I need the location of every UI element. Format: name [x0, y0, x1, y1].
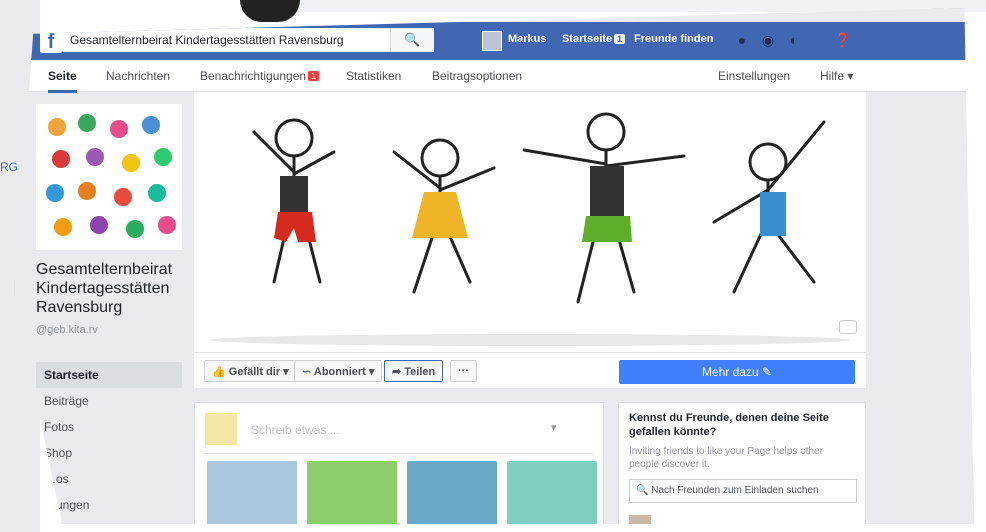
camera-icon[interactable] — [839, 320, 857, 334]
composer-input[interactable]: Schreib etwas ... — [251, 423, 340, 437]
friend-requests-icon[interactable]: ● — [734, 32, 750, 48]
tab-notifications-label: Benachrichtigungen — [200, 69, 307, 83]
sidebar-item-photos[interactable]: Fotos — [36, 414, 182, 440]
page-title: Gesamtelternbeirat Kindertagesstätten Ra… — [36, 261, 173, 316]
home-count-badge: 1 — [614, 34, 626, 44]
invite-subtitle: Inviting friends to like your Page helps… — [629, 446, 823, 470]
help-menu[interactable]: Hilfe ▾ — [820, 69, 853, 83]
facebook-page-screenshot: f Gesamtelternbeirat Kindertagesstätten … — [14, 8, 974, 524]
offer-tile[interactable] — [307, 461, 397, 524]
sidebar-item-shop[interactable]: Shop — [36, 440, 182, 466]
page-nav: Seite Nachrichten Benachrichtigungen 1 St… — [14, 60, 974, 93]
search-input[interactable]: Gesamtelternbeirat Kindertagesstätten Ra… — [62, 28, 434, 52]
photo-tile[interactable] — [207, 461, 297, 524]
handprints-image — [39, 107, 179, 247]
composer-avatar — [205, 413, 237, 445]
friend-search-input[interactable]: 🔍 Nach Freunden zum Einladen suchen — [629, 479, 857, 503]
avatar[interactable] — [629, 515, 651, 524]
sidebar-item-posts[interactable]: Beiträge — [36, 388, 182, 414]
audience-selector[interactable]: ▾ — [551, 421, 557, 434]
event-tile[interactable] — [407, 461, 497, 524]
tab-messages[interactable]: Nachrichten — [106, 69, 170, 83]
divider — [205, 453, 593, 454]
backdrop-figure — [240, 0, 300, 22]
thumbs-up-icon: 👍 — [212, 366, 226, 378]
backdrop-left-text: RG — [0, 160, 18, 174]
search-icon[interactable]: 🔍 — [390, 28, 434, 52]
like-label: Gefällt dir ▾ — [228, 366, 289, 378]
friend-search-placeholder: Nach Freunden zum Einladen suchen — [651, 485, 819, 496]
left-sidebar: Gesamtelternbeirat Kindertagesstätten Ra… — [36, 104, 186, 524]
like-button[interactable]: 👍 Gefällt dir ▾ — [204, 360, 297, 382]
tab-publishing-tools[interactable]: Beitragsoptionen — [432, 69, 522, 83]
share-button[interactable]: ➦ Teilen — [384, 360, 444, 382]
avatar[interactable] — [482, 31, 502, 51]
page-action-bar: 👍 Gefällt dir ▾ ∽ Abonniert ▾ ➦ Teilen ·… — [194, 352, 866, 388]
dancing-figures-image — [194, 92, 866, 352]
sidebar-item-home[interactable]: Startseite — [36, 362, 182, 388]
share-arrow-icon: ➦ — [392, 366, 402, 378]
invite-friends-card: Kennst du Freunde, denen deine Seite gef… — [618, 402, 866, 524]
share-label: Teilen — [404, 366, 436, 378]
invite-title: Kennst du Freunde, denen deine Seite gef… — [629, 412, 829, 438]
backdrop-top-bar — [300, 0, 986, 12]
rss-icon: ∽ — [302, 366, 312, 378]
tab-notifications[interactable]: Benachrichtigungen 1 — [200, 69, 320, 83]
more-button[interactable]: ··· — [450, 360, 477, 382]
home-link[interactable]: Startseite 1 — [562, 33, 626, 45]
cover-photo[interactable] — [194, 92, 866, 352]
notifications-badge: 1 — [308, 71, 320, 81]
page-handle[interactable]: @geb.kita.rv — [36, 324, 98, 336]
tab-page[interactable]: Seite — [48, 69, 77, 93]
find-friends-link[interactable]: Freunde finden — [634, 33, 713, 45]
notifications-icon[interactable]: ◐ — [786, 32, 802, 48]
sidebar-item-videos[interactable]: …os — [36, 466, 182, 492]
messages-icon[interactable]: ◉ — [760, 32, 776, 48]
profile-picture[interactable] — [36, 104, 182, 250]
help-icon[interactable]: ❓ — [834, 32, 851, 48]
milestone-tile[interactable] — [507, 461, 597, 524]
search-icon: 🔍 — [636, 485, 649, 496]
learn-more-button[interactable]: Mehr dazu ✎ — [619, 360, 855, 384]
user-name-link[interactable]: Markus — [508, 33, 547, 45]
home-label: Startseite — [562, 33, 613, 45]
follow-button[interactable]: ∽ Abonniert ▾ — [294, 360, 383, 382]
tab-settings[interactable]: Einstellungen — [718, 69, 790, 83]
post-composer: Schreib etwas ... ▾ — [194, 402, 604, 524]
follow-label: Abonniert ▾ — [313, 366, 375, 378]
tab-insights[interactable]: Statistiken — [346, 69, 401, 83]
